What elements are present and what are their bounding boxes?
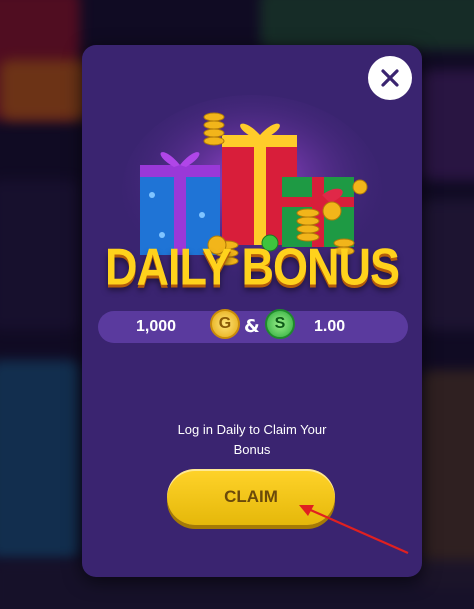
reward-separator: & [244,316,260,337]
gold-coin-icon: G [210,309,240,339]
reward-summary-bar: 1,000 G & S 1.00 [98,309,408,343]
sweeps-coin-amount: 1.00 [314,318,346,335]
close-button[interactable] [368,56,412,100]
claim-instructions: Log in Daily to Claim Your Bonus [152,420,352,460]
gold-coin-letter: G [218,315,232,332]
sweeps-coin-icon: S [265,309,295,339]
message-line-1: Log in Daily to Claim Your [177,422,327,437]
gold-coin-amount: 1,000 [136,318,177,335]
claim-button-label: CLAIM [224,487,278,506]
claim-button[interactable]: CLAIM [167,469,335,525]
close-icon [381,69,399,87]
daily-bonus-modal: DAILY BONUS 1,000 G & S 1.00 Log in Dail… [82,45,422,577]
message-line-2: Bonus [233,442,271,457]
daily-bonus-title: DAILY BONUS [104,237,400,296]
sweeps-coin-letter: S [274,315,286,332]
